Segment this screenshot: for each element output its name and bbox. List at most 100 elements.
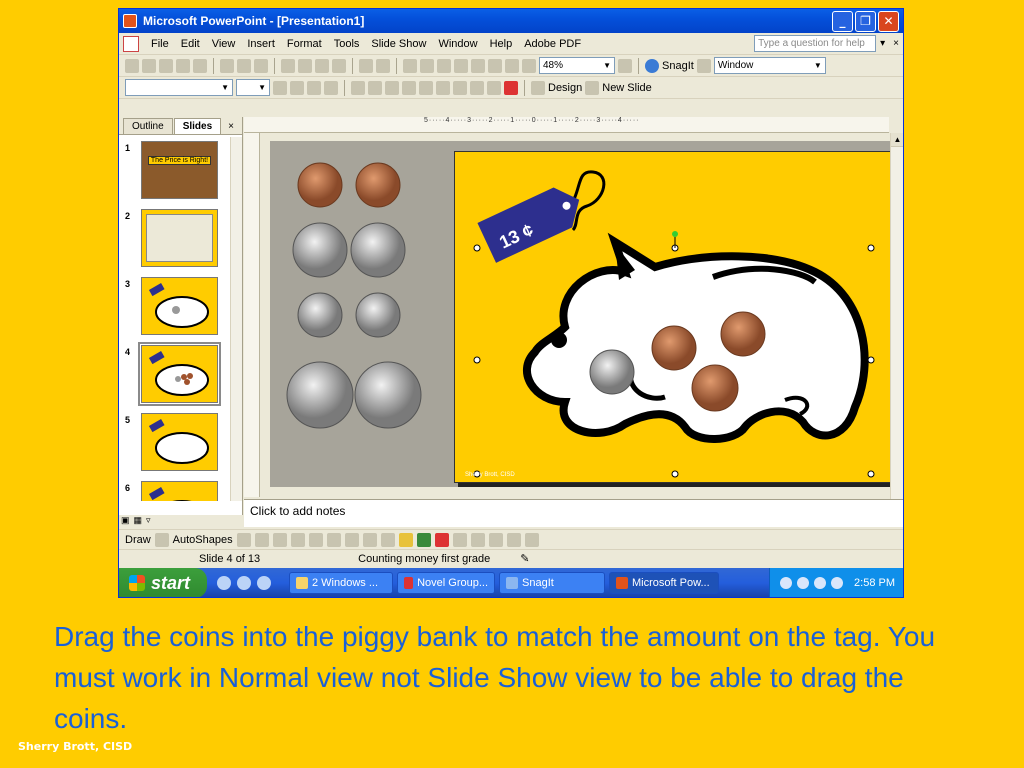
current-slide[interactable]: 13 ¢ Sherry Brott, CISD <box>454 151 902 483</box>
dime-coin[interactable] <box>355 292 401 338</box>
tab-slides[interactable]: Slides <box>173 118 222 134</box>
pane-close-icon[interactable]: × <box>228 121 234 134</box>
undo-icon[interactable] <box>359 58 373 73</box>
print-icon[interactable] <box>220 58 234 73</box>
menu-adobe-pdf[interactable]: Adobe PDF <box>518 38 587 50</box>
zoom-combo[interactable]: 48% ▼ <box>539 57 615 74</box>
slide-thumbnail[interactable]: The Price is Right! <box>141 141 218 199</box>
volume-icon[interactable] <box>831 577 844 589</box>
line-icon[interactable] <box>236 532 251 547</box>
grid-icon[interactable] <box>505 58 519 73</box>
nickel-coin[interactable] <box>292 222 348 278</box>
cut-icon[interactable] <box>281 58 295 73</box>
spelling-icon[interactable] <box>254 58 268 73</box>
align-right-icon[interactable] <box>385 80 399 95</box>
rectangle-icon[interactable] <box>272 532 287 547</box>
slide-thumb-row[interactable]: 3 <box>119 273 231 341</box>
wordart-icon[interactable] <box>326 532 341 547</box>
ie-icon[interactable] <box>217 576 231 590</box>
normal-view-icon[interactable]: ▣ <box>121 515 130 529</box>
snagit-button[interactable]: SnagIt <box>662 60 694 72</box>
decrease-indent-icon[interactable] <box>470 80 484 95</box>
shadow-icon[interactable] <box>324 80 338 95</box>
diagram-icon[interactable] <box>344 532 359 547</box>
doc-close-icon[interactable]: × <box>893 38 899 49</box>
menu-format[interactable]: Format <box>281 38 328 50</box>
insert-chart-icon[interactable] <box>403 58 417 73</box>
bullets-icon[interactable] <box>419 80 433 95</box>
new-icon[interactable] <box>125 58 139 73</box>
permission-icon[interactable] <box>176 58 190 73</box>
underline-icon[interactable] <box>307 80 321 95</box>
menu-edit[interactable]: Edit <box>175 38 206 50</box>
oval-icon[interactable] <box>290 532 305 547</box>
print-preview-icon[interactable] <box>237 58 251 73</box>
increase-indent-icon[interactable] <box>487 80 501 95</box>
copy-icon[interactable] <box>298 58 312 73</box>
slide-thumbnail[interactable] <box>141 413 218 471</box>
help-search-input[interactable]: Type a question for help <box>754 35 877 52</box>
autoshapes-menu[interactable]: AutoShapes <box>173 534 233 546</box>
snagit-icon[interactable] <box>645 58 659 73</box>
thumbnails-scrollbar[interactable] <box>230 137 242 501</box>
slide-thumbnail-selected[interactable] <box>138 342 221 406</box>
format-painter-icon[interactable] <box>332 58 346 73</box>
security-icon[interactable] <box>814 577 827 589</box>
snagit-capture-icon[interactable] <box>696 58 711 73</box>
arrow-style-icon[interactable] <box>488 532 503 547</box>
restore-button[interactable]: ❐ <box>855 10 876 32</box>
help-dropdown-icon[interactable]: ▾ <box>880 38 885 49</box>
font-size-combo[interactable]: ▼ <box>236 79 270 96</box>
task-powerpoint[interactable]: Microsoft Pow... <box>609 572 719 594</box>
slide-thumbnail[interactable] <box>141 209 218 267</box>
bold-icon[interactable] <box>273 80 287 95</box>
tray-arrow-icon[interactable] <box>780 577 793 589</box>
tables-borders-icon[interactable] <box>437 58 451 73</box>
select-objects-icon[interactable] <box>154 532 169 547</box>
slide-thumb-row[interactable]: 4 <box>119 341 231 409</box>
window-combo[interactable]: Window ▼ <box>713 57 826 74</box>
numbering-icon[interactable] <box>402 80 416 95</box>
align-left-icon[interactable] <box>351 80 365 95</box>
increase-font-icon[interactable] <box>436 80 450 95</box>
minimize-button[interactable]: _ <box>832 10 853 32</box>
open-icon[interactable] <box>142 58 156 73</box>
3d-style-icon[interactable] <box>524 532 539 547</box>
italic-icon[interactable] <box>290 80 304 95</box>
fill-color-icon[interactable] <box>398 532 413 547</box>
help-icon[interactable] <box>618 58 632 73</box>
arrow-icon[interactable] <box>254 532 269 547</box>
insert-table-icon[interactable] <box>420 58 434 73</box>
textbox-icon[interactable] <box>308 532 323 547</box>
font-color-icon[interactable] <box>434 532 449 547</box>
slide-thumbnail[interactable] <box>141 277 218 335</box>
menu-insert[interactable]: Insert <box>241 38 281 50</box>
design-button[interactable]: Design <box>548 82 582 94</box>
redo-icon[interactable] <box>376 58 390 73</box>
slide-thumb-row[interactable]: 1 The Price is Right! <box>119 137 231 205</box>
penny-coin[interactable] <box>355 162 401 208</box>
font-color-icon[interactable] <box>504 80 518 95</box>
email-icon[interactable] <box>193 58 207 73</box>
menu-tools[interactable]: Tools <box>328 38 366 50</box>
clipart-icon[interactable] <box>362 532 377 547</box>
paste-icon[interactable] <box>315 58 329 73</box>
novel-icon[interactable] <box>257 576 271 590</box>
slide-thumb-row[interactable]: 6 <box>119 477 231 501</box>
slide-thumb-row[interactable]: 2 <box>119 205 231 273</box>
menu-view[interactable]: View <box>206 38 242 50</box>
dime-coin[interactable] <box>297 292 343 338</box>
line-color-icon[interactable] <box>416 532 431 547</box>
task-snagit[interactable]: SnagIt <box>499 572 605 594</box>
scroll-up-icon[interactable]: ▲ <box>891 133 903 147</box>
browser-icon[interactable] <box>237 576 251 590</box>
new-slide-button[interactable]: New Slide <box>602 82 652 94</box>
slide-thumbnail[interactable] <box>141 481 218 501</box>
close-button[interactable]: ✕ <box>878 10 899 32</box>
decrease-font-icon[interactable] <box>453 80 467 95</box>
task-windows-group[interactable]: 2 Windows ... <box>289 572 393 594</box>
penny-coin[interactable] <box>297 162 343 208</box>
network-icon[interactable] <box>797 577 810 589</box>
task-novel-group[interactable]: Novel Group... <box>397 572 495 594</box>
slide-thumb-row[interactable]: 5 <box>119 409 231 477</box>
